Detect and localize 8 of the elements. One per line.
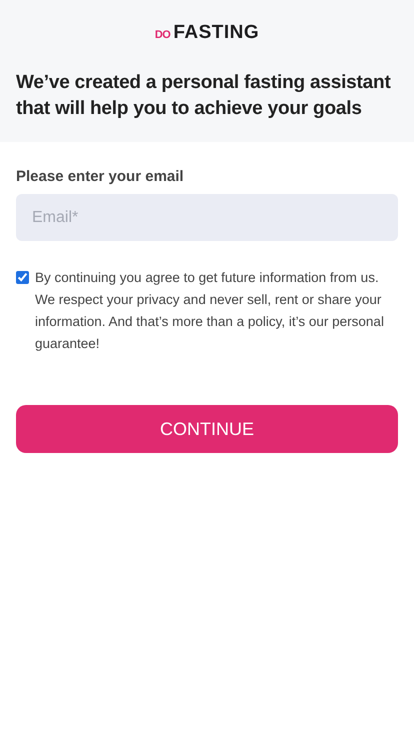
- logo-text: FASTING: [173, 22, 260, 44]
- headline: We’ve created a personal fasting assistant that will help you to achieve your goals: [16, 71, 392, 121]
- logo-prefix: DO: [154, 29, 170, 41]
- email-field[interactable]: Email*: [16, 194, 398, 241]
- email-label: Please enter your email: [16, 168, 185, 185]
- continue-button[interactable]: CONTINUE: [16, 405, 398, 453]
- consent-text: By continuing you agree to get future information from us. We respect your privacy and never sell, rent or share your information. And that’s more than a policy, it’s our personal guarantee!: [35, 269, 385, 353]
- consent-checkbox[interactable]: [16, 271, 29, 284]
